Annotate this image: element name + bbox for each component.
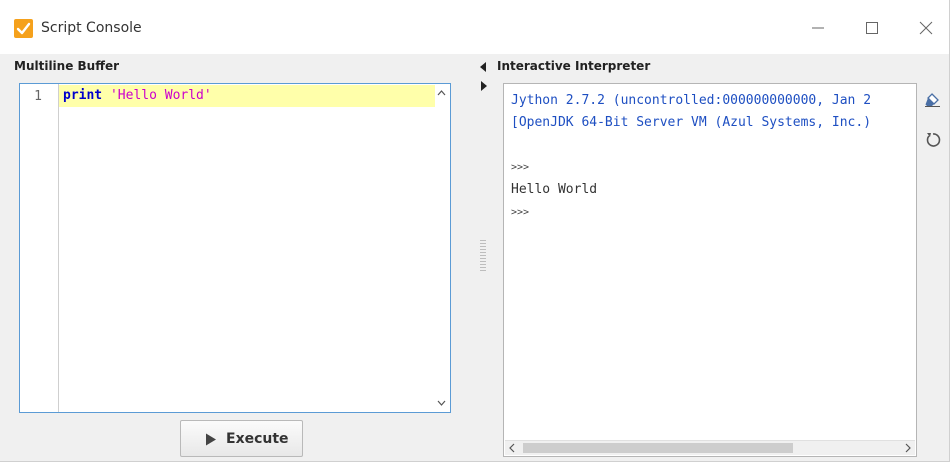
code-keyword: print bbox=[63, 88, 103, 103]
prompt-2: >>> bbox=[511, 207, 530, 218]
multiline-buffer-editor[interactable]: 1 print 'Hello World' bbox=[19, 83, 451, 413]
eraser-icon[interactable] bbox=[925, 93, 941, 107]
script-console-icon bbox=[14, 19, 33, 38]
interpreter-text: Jython 2.7.2 (uncontrolled:000000000000,… bbox=[511, 90, 916, 224]
execute-button[interactable]: Execute bbox=[180, 420, 303, 457]
collapse-right-arrow-icon[interactable] bbox=[481, 81, 487, 91]
collapse-left-arrow-icon[interactable] bbox=[480, 62, 486, 72]
splitter-grip[interactable] bbox=[480, 240, 486, 272]
interpreter-output-area[interactable]: Jython 2.7.2 (uncontrolled:000000000000,… bbox=[503, 83, 917, 457]
minimize-button[interactable] bbox=[803, 14, 833, 42]
maximize-button[interactable] bbox=[857, 14, 887, 42]
scroll-left-arrow-icon[interactable] bbox=[509, 443, 515, 453]
multiline-buffer-label: Multiline Buffer bbox=[14, 59, 119, 73]
horizontal-scroll-thumb[interactable] bbox=[523, 443, 793, 453]
reset-icon[interactable] bbox=[925, 132, 941, 148]
close-button[interactable] bbox=[911, 14, 941, 42]
banner-line-2: [OpenJDK 64-Bit Server VM (Azul Systems,… bbox=[511, 115, 872, 130]
interpreter-horizontal-scrollbar[interactable] bbox=[505, 440, 915, 455]
window-title: Script Console bbox=[41, 20, 142, 36]
script-console-window: Script Console Multiline Buffer 1 print … bbox=[0, 0, 950, 462]
editor-vertical-scrollbar[interactable] bbox=[434, 85, 449, 410]
output-line: Hello World bbox=[511, 182, 598, 197]
code-string: 'Hello World' bbox=[109, 88, 212, 103]
interactive-interpreter-label: Interactive Interpreter bbox=[497, 59, 651, 73]
line-number-gutter: 1 bbox=[20, 84, 59, 412]
current-code-line[interactable]: print 'Hello World' bbox=[59, 85, 435, 107]
scroll-down-arrow-icon[interactable] bbox=[437, 400, 446, 406]
scroll-up-arrow-icon[interactable] bbox=[437, 90, 446, 96]
line-number: 1 bbox=[34, 89, 42, 104]
scroll-right-arrow-icon[interactable] bbox=[905, 443, 911, 453]
play-icon bbox=[206, 433, 216, 446]
title-bar: Script Console bbox=[0, 0, 949, 54]
banner-line-1: Jython 2.7.2 (uncontrolled:000000000000,… bbox=[511, 93, 872, 108]
prompt-1: >>> bbox=[511, 162, 530, 173]
execute-button-label: Execute bbox=[226, 431, 289, 447]
code-text: print 'Hello World' bbox=[63, 88, 212, 103]
